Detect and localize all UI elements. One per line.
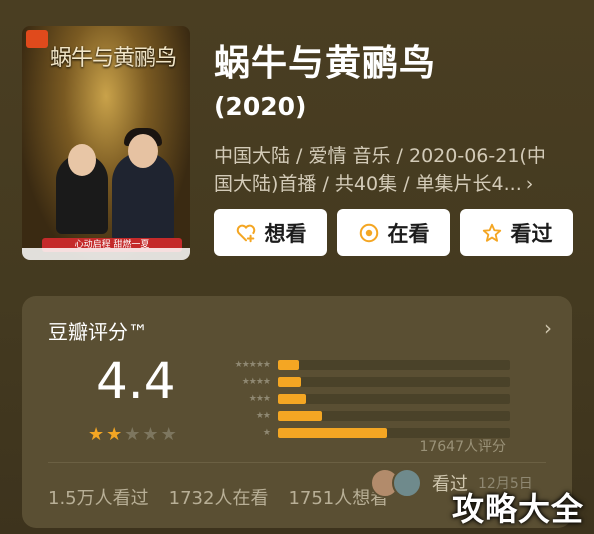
watched-button[interactable]: 看过 — [460, 209, 573, 256]
star-outline-icon — [481, 222, 503, 244]
distribution-track — [278, 410, 510, 421]
rating-stars: ★ ★ ★ ★ ★ — [88, 424, 177, 445]
distribution-fill — [278, 359, 299, 370]
want-to-watch-button[interactable]: 想看 — [214, 209, 327, 256]
distribution-row-3-star: ★★★ — [206, 390, 510, 407]
stat-watching[interactable]: 1732人在看 — [169, 484, 269, 510]
distribution-stars-icon: ★★ — [255, 410, 271, 421]
movie-year: (2020) — [214, 92, 307, 121]
avatar — [392, 468, 422, 498]
divider — [48, 462, 546, 463]
distribution-stars-icon: ★★★★★ — [234, 359, 271, 370]
stats-row: 1.5万人看过 1732人在看 1751人想看 — [48, 484, 388, 510]
watching-button[interactable]: 在看 — [337, 209, 450, 256]
meta-line-2: 国大陆)首播 / 共40集 / 单集片长4... — [214, 173, 522, 195]
distribution-row-4-star: ★★★★ — [206, 373, 510, 390]
poster-image[interactable]: 蜗牛与黄鹂鸟 心动启程 甜燃一夏 — [22, 26, 190, 260]
distribution-stars-icon: ★★★ — [248, 393, 271, 404]
stat-watched[interactable]: 1.5万人看过 — [48, 484, 149, 510]
star-empty-icon: ★ — [124, 424, 141, 445]
movie-meta[interactable]: 中国大陆 / 爱情 音乐 / 2020-06-21(中 国大陆)首播 / 共40… — [214, 142, 574, 198]
distribution-track — [278, 393, 510, 404]
distribution-stars-icon: ★ — [262, 427, 271, 438]
target-icon — [358, 222, 380, 244]
rating-title: 豆瓣评分™ — [48, 320, 148, 344]
poster-face-female — [68, 144, 96, 176]
heart-plus-icon — [235, 222, 257, 244]
poster-logos — [22, 248, 190, 260]
watermark: 攻略大全 — [451, 490, 584, 528]
distribution-fill — [278, 410, 323, 421]
distribution-track — [278, 359, 510, 370]
star-empty-icon: ★ — [142, 424, 159, 445]
chevron-right-icon: › — [525, 173, 534, 195]
watched-label: 看过 — [510, 221, 553, 246]
rating-distribution: ★★★★★ ★★★★ ★★★ ★★ ★ — [206, 356, 510, 441]
distribution-fill — [278, 376, 302, 387]
distribution-track — [278, 376, 510, 387]
movie-title: 蜗牛与黄鹂鸟 — [214, 43, 437, 84]
rating-count: 17647人评分 — [419, 439, 506, 455]
distribution-fill — [278, 427, 388, 438]
chevron-right-icon[interactable]: › — [544, 316, 552, 340]
want-to-watch-label: 想看 — [264, 221, 307, 246]
distribution-row-2-star: ★★ — [206, 407, 510, 424]
star-filled-icon: ★ — [106, 424, 123, 445]
star-empty-icon: ★ — [160, 424, 177, 445]
rating-score: 4.4 — [96, 352, 176, 410]
distribution-stars-icon: ★★★★ — [241, 376, 271, 387]
platform-badge — [26, 30, 48, 48]
poster-face-male — [128, 134, 158, 168]
star-filled-icon: ★ — [88, 424, 105, 445]
action-bar: 想看 在看 看过 — [214, 209, 573, 256]
distribution-row-5-star: ★★★★★ — [206, 356, 510, 373]
poster-title: 蜗牛与黄鹂鸟 — [50, 46, 177, 71]
friend-avatars — [370, 468, 422, 498]
meta-line-1: 中国大陆 / 爱情 音乐 / 2020-06-21(中 — [214, 145, 546, 167]
watching-label: 在看 — [387, 221, 430, 246]
distribution-fill — [278, 393, 306, 404]
